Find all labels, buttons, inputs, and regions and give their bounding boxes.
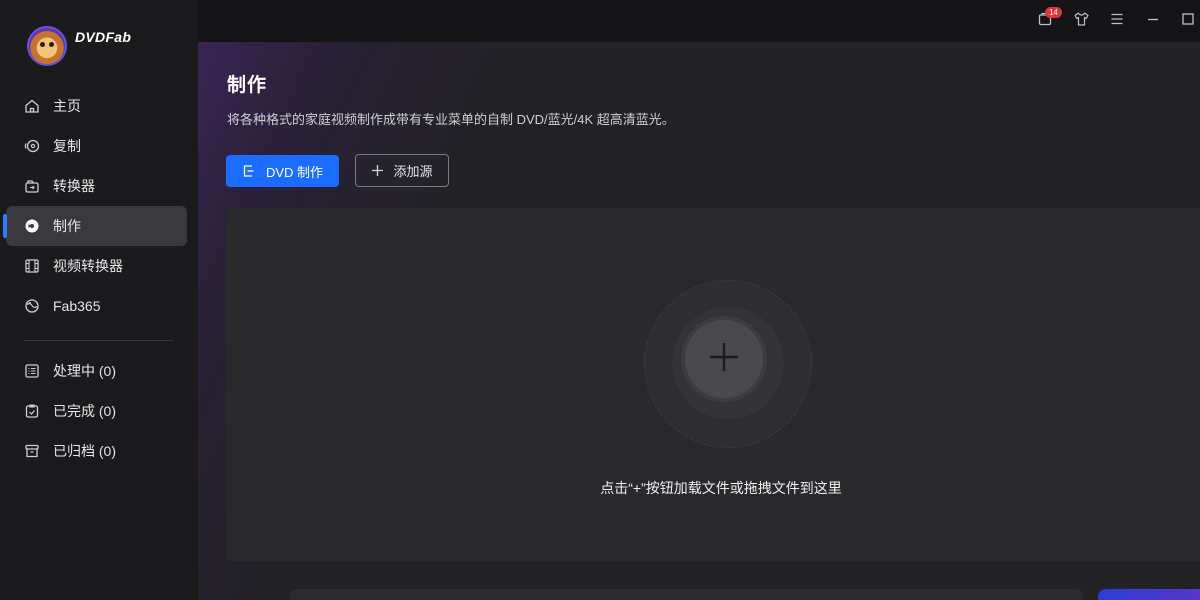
sidebar-item-label: 主页 bbox=[53, 98, 81, 114]
sidebar-item-label: 制作 bbox=[53, 218, 81, 234]
main-panel: 制作 将各种格式的家庭视频制作成带有专业菜单的自制 DVD/蓝光/4K 超高清蓝… bbox=[198, 42, 1200, 600]
add-source-label: 添加源 bbox=[393, 164, 433, 179]
sidebar-item-label: 复制 bbox=[53, 138, 81, 154]
monkey-logo-icon bbox=[27, 26, 67, 66]
film-icon bbox=[24, 258, 40, 274]
sidebar-item-label: 已完成 (0) bbox=[53, 403, 116, 419]
app-logo: DVDFab bbox=[27, 26, 131, 66]
maximize-icon bbox=[1180, 11, 1196, 32]
home-icon bbox=[24, 98, 40, 114]
maximize-button[interactable] bbox=[1179, 12, 1197, 30]
sidebar-divider bbox=[24, 340, 173, 341]
sidebar-item-video-converter[interactable]: 视频转换器 bbox=[6, 246, 187, 286]
sidebar-item-label: 处理中 (0) bbox=[53, 363, 116, 379]
notification-badge: 14 bbox=[1045, 7, 1062, 18]
skin-button[interactable] bbox=[1072, 11, 1090, 32]
sidebar-item-label: Fab365 bbox=[53, 298, 101, 314]
dvd-creator-label: DVD 制作 bbox=[265, 164, 324, 180]
drop-hint-text: 点击“+”按钮加载文件或拖拽文件到这里 bbox=[600, 480, 842, 496]
plus-icon bbox=[371, 164, 384, 177]
shirt-icon bbox=[1073, 11, 1090, 32]
sidebar-item-fab365[interactable]: Fab365 bbox=[6, 286, 187, 326]
add-source-button[interactable]: 添加源 bbox=[355, 154, 449, 187]
sidebar-item-creator[interactable]: 制作 bbox=[3, 206, 187, 246]
completed-clipboard-icon bbox=[24, 403, 40, 419]
output-settings-bar[interactable] bbox=[290, 589, 1083, 600]
brand-name: DVDFab bbox=[75, 29, 132, 45]
page-title: 制作 bbox=[227, 75, 268, 96]
sidebar-item-copy[interactable]: 复制 bbox=[6, 126, 187, 166]
sidebar-item-archived[interactable]: 已归档 (0) bbox=[6, 431, 187, 471]
converter-icon bbox=[24, 178, 40, 194]
notification-button[interactable]: 14 bbox=[1036, 7, 1062, 30]
file-drop-zone[interactable]: 点击“+”按钮加载文件或拖拽文件到这里 bbox=[226, 208, 1200, 561]
sidebar-item-home[interactable]: 主页 bbox=[6, 86, 187, 126]
dvd-creator-button[interactable]: DVD 制作 bbox=[226, 155, 339, 187]
sidebar-item-converter[interactable]: 转换器 bbox=[6, 166, 187, 206]
sidebar-item-completed[interactable]: 已完成 (0) bbox=[6, 391, 187, 431]
processing-list-icon bbox=[24, 363, 40, 379]
sidebar-item-processing[interactable]: 处理中 (0) bbox=[6, 351, 187, 391]
sidebar-nav: 主页 复制 转换器 制作 视频转换器 Fab365 处理中 (0) 已完成 (0… bbox=[0, 86, 198, 471]
title-bar: 14 bbox=[198, 0, 1200, 42]
sidebar-item-label: 视频转换器 bbox=[53, 258, 123, 274]
large-plus-icon bbox=[707, 340, 741, 379]
minimize-button[interactable] bbox=[1144, 12, 1162, 30]
creator-disc-icon bbox=[24, 218, 40, 234]
start-button[interactable] bbox=[1098, 589, 1200, 600]
sidebar: DVDFab 主页 复制 转换器 制作 视频转换器 Fab365 处理中 (0)… bbox=[0, 0, 198, 600]
dvd-export-icon bbox=[242, 164, 256, 178]
menu-icon bbox=[1109, 11, 1125, 32]
copy-disc-icon bbox=[24, 138, 40, 154]
minimize-icon bbox=[1145, 11, 1161, 32]
sidebar-item-label: 转换器 bbox=[53, 178, 95, 194]
page-description: 将各种格式的家庭视频制作成带有专业菜单的自制 DVD/蓝光/4K 超高清蓝光。 bbox=[227, 112, 675, 127]
add-file-button[interactable] bbox=[681, 316, 767, 402]
dvdfab-window: DVDFab 主页 复制 转换器 制作 视频转换器 Fab365 处理中 (0)… bbox=[0, 0, 1200, 600]
archive-box-icon bbox=[24, 443, 40, 459]
menu-button[interactable] bbox=[1108, 12, 1126, 30]
sidebar-item-label: 已归档 (0) bbox=[53, 443, 116, 459]
fab365-icon bbox=[24, 298, 40, 314]
